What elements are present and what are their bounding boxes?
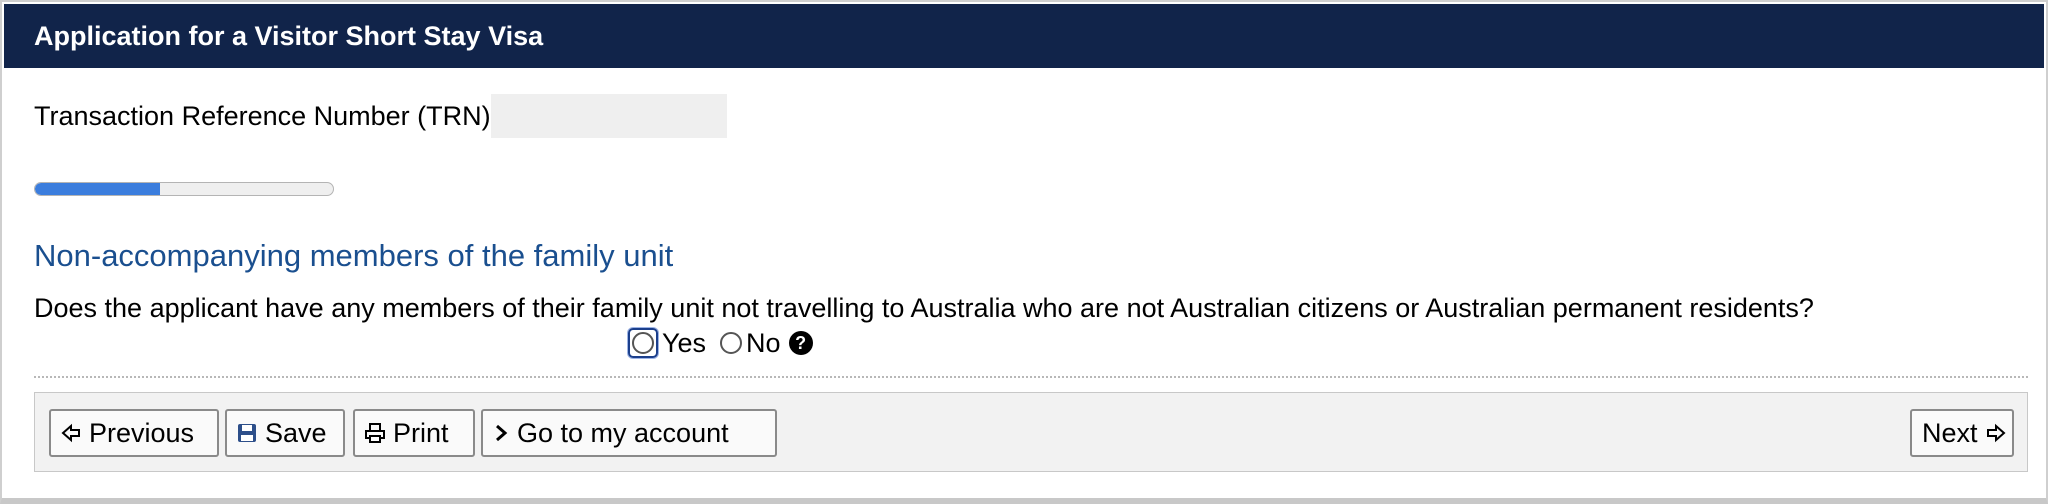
- arrow-left-icon: [61, 423, 81, 443]
- no-radio[interactable]: [720, 332, 743, 354]
- next-label: Next: [1922, 417, 1978, 448]
- previous-button[interactable]: Previous: [49, 409, 219, 457]
- navigation-toolbar: Previous Save Print Go to my account Nex…: [34, 392, 2028, 472]
- page-header: Application for a Visitor Short Stay Vis…: [4, 4, 2044, 68]
- trn-value: [490, 94, 727, 138]
- print-label: Print: [393, 417, 449, 448]
- trn-row: Transaction Reference Number (TRN): [34, 94, 727, 138]
- floppy-disk-icon: [237, 423, 257, 443]
- go-to-account-button[interactable]: Go to my account: [481, 409, 777, 457]
- yes-label[interactable]: Yes: [662, 328, 706, 359]
- question-circle-icon[interactable]: ?: [788, 331, 813, 355]
- application-frame: Application for a Visitor Short Stay Vis…: [0, 0, 2048, 504]
- previous-label: Previous: [89, 417, 195, 448]
- save-label: Save: [265, 417, 327, 448]
- print-button[interactable]: Print: [353, 409, 475, 457]
- section-title: Non-accompanying members of the family u…: [34, 238, 674, 273]
- answer-group: Yes No ?: [628, 326, 813, 360]
- trn-label: Transaction Reference Number (TRN): [34, 100, 491, 131]
- progress-fill: [35, 183, 161, 195]
- yes-radio[interactable]: [632, 332, 654, 354]
- page-title: Application for a Visitor Short Stay Vis…: [34, 21, 544, 51]
- save-button[interactable]: Save: [225, 409, 345, 457]
- go-to-account-label: Go to my account: [517, 417, 729, 448]
- next-button[interactable]: Next: [1910, 409, 2014, 457]
- chevron-right-icon: [493, 423, 509, 443]
- no-label[interactable]: No: [746, 328, 781, 359]
- printer-icon: [365, 423, 385, 443]
- divider: [34, 376, 2028, 378]
- yes-radio-focus-ring[interactable]: [628, 328, 658, 358]
- question-text: Does the applicant have any members of t…: [34, 293, 1814, 323]
- arrow-right-icon: [1986, 423, 2006, 443]
- progress-bar: [34, 182, 334, 196]
